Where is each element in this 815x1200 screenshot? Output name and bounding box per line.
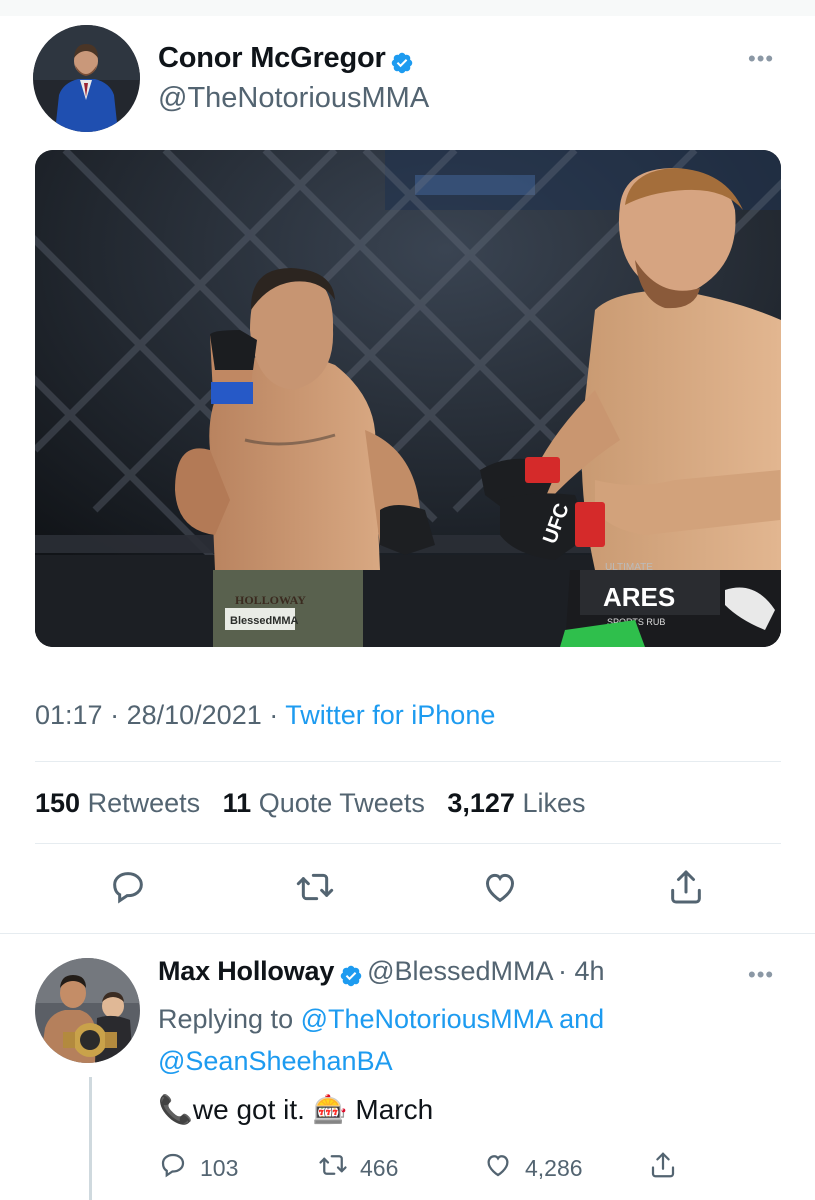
retweet-icon xyxy=(318,1150,348,1186)
verified-badge-icon xyxy=(339,964,363,988)
tweet-timestamp-row: 01:17 · 28/10/2021 · Twitter for iPhone xyxy=(35,700,496,730)
thread-line xyxy=(89,1077,92,1200)
reply-author-name[interactable]: Max Holloway xyxy=(158,956,334,986)
media-belt-label: HOLLOWAY xyxy=(235,593,306,607)
retweets-stat[interactable]: 150 Retweets xyxy=(35,788,200,818)
retweet-action[interactable]: 466 xyxy=(318,1150,398,1186)
media-sponsor-top: ULTIMATE xyxy=(605,562,653,573)
author-avatar[interactable] xyxy=(33,25,140,132)
like-count: 4,286 xyxy=(525,1154,583,1181)
divider xyxy=(0,933,815,934)
media-shorts-label: BlessedMMA xyxy=(230,615,299,627)
more-dots-icon[interactable]: ••• xyxy=(748,46,774,72)
tweet-stats-row: 150 Retweets 11 Quote Tweets 3,127 Likes xyxy=(35,788,585,819)
tweet-media-photo[interactable]: BlessedMMA HOLLOWAY UFC ARES SPORTS RUB … xyxy=(35,150,781,647)
mention-link[interactable]: @SeanSheehanBA xyxy=(158,1046,393,1076)
media-sponsor-label: ARES xyxy=(603,582,675,612)
like-icon xyxy=(483,1150,513,1186)
previous-content-strip xyxy=(0,0,815,16)
like-action[interactable]: 4,286 xyxy=(483,1150,583,1186)
share-action[interactable] xyxy=(648,1150,678,1186)
reply-tweet-text: 📞we got it. 🎰 March xyxy=(158,1094,434,1125)
verified-badge-icon xyxy=(390,51,414,75)
reply-icon[interactable] xyxy=(106,865,150,909)
reply-author-handle[interactable]: @BlessedMMA xyxy=(367,956,553,986)
phone-emoji: 📞 xyxy=(158,1094,193,1125)
tweet-time[interactable]: 01:17 xyxy=(35,700,103,730)
reply-age[interactable]: 4h xyxy=(574,956,604,986)
reply-author-avatar[interactable] xyxy=(35,958,140,1063)
tweet-date[interactable]: 28/10/2021 xyxy=(127,700,262,730)
replying-to: Replying to @TheNotoriousMMA and @SeanSh… xyxy=(158,1004,605,1076)
divider xyxy=(35,761,781,762)
reply-icon xyxy=(158,1150,188,1186)
author-name[interactable]: Conor McGregor xyxy=(158,42,386,74)
retweet-icon[interactable] xyxy=(293,865,337,909)
share-icon[interactable] xyxy=(664,865,708,909)
more-dots-icon[interactable]: ••• xyxy=(748,962,774,988)
reply-count: 103 xyxy=(200,1154,239,1181)
mention-link[interactable]: @TheNotoriousMMA xyxy=(301,1004,552,1034)
author-handle[interactable]: @TheNotoriousMMA xyxy=(158,82,429,115)
likes-stat[interactable]: 3,127 Likes xyxy=(447,788,585,818)
divider xyxy=(35,843,781,844)
share-icon xyxy=(648,1150,678,1186)
retweet-count: 466 xyxy=(360,1154,399,1181)
quote-tweets-stat[interactable]: 11 Quote Tweets xyxy=(223,788,425,818)
like-icon[interactable] xyxy=(478,865,522,909)
reply-action[interactable]: 103 xyxy=(158,1150,238,1186)
tweet-source-link[interactable]: Twitter for iPhone xyxy=(285,700,495,730)
slot-machine-emoji: 🎰 xyxy=(312,1094,348,1125)
